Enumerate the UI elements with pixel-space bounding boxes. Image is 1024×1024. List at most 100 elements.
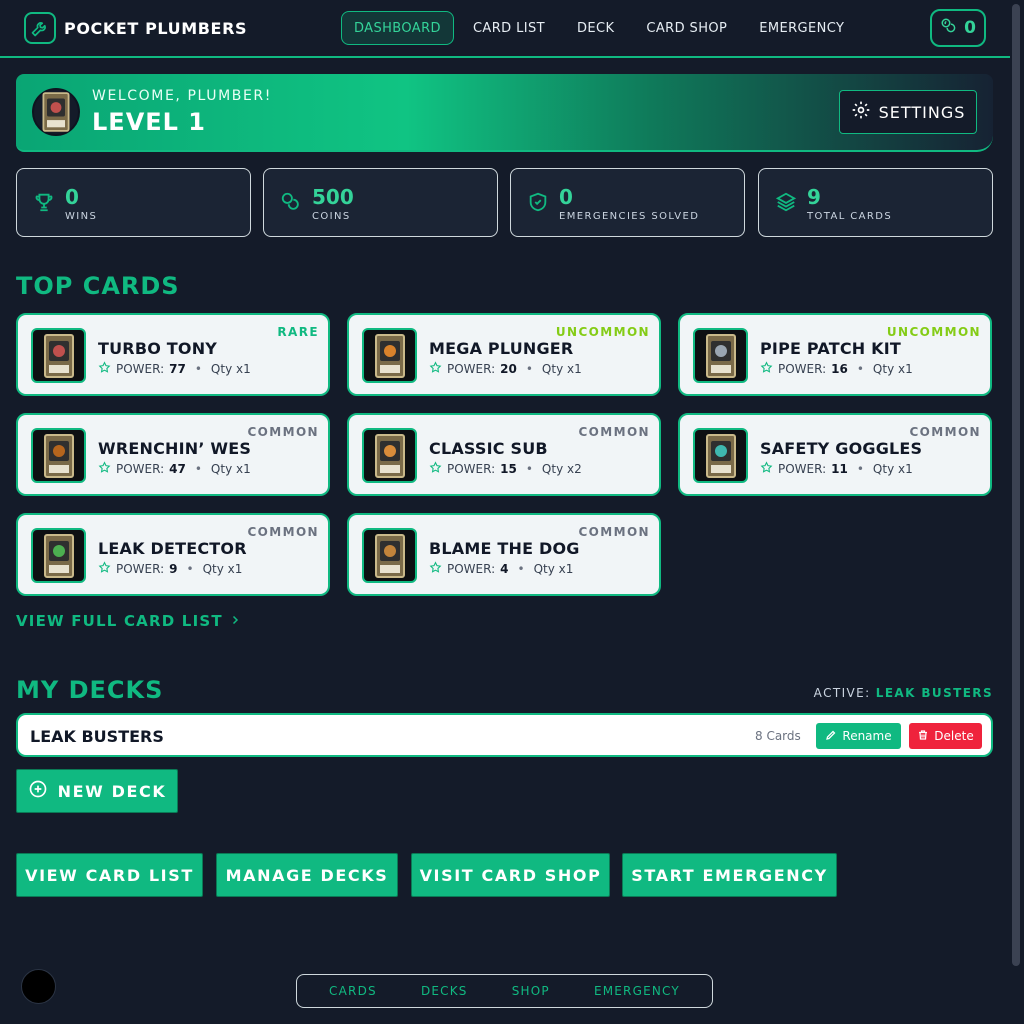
- top-card[interactable]: COMMON BLAME THE DOG POWER: 4 • Qty x1: [347, 513, 661, 596]
- card-meta: POWER: 9 • Qty x1: [98, 561, 242, 577]
- active-deck-name: LEAK BUSTERS: [875, 686, 993, 700]
- separator-dot: •: [525, 362, 533, 376]
- bottom-nav-decks[interactable]: DECKS: [421, 984, 468, 998]
- view-full-card-list-link[interactable]: VIEW FULL CARD LIST: [16, 612, 241, 630]
- power-label: POWER:: [116, 362, 165, 376]
- card-name: PIPE PATCH KIT: [760, 339, 901, 358]
- card-meta: POWER: 15 • Qty x2: [429, 461, 582, 477]
- bottom-nav-shop[interactable]: SHOP: [512, 984, 550, 998]
- card-thumbnail: [693, 428, 748, 483]
- card-qty: Qty x1: [872, 462, 913, 476]
- avatar[interactable]: [32, 88, 80, 136]
- card-name: SAFETY GOGGLES: [760, 439, 923, 458]
- star-icon: [98, 461, 111, 477]
- active-deck-indicator: ACTIVE: LEAK BUSTERS: [814, 686, 993, 700]
- brand[interactable]: POCKET PLUMBERS: [24, 12, 247, 44]
- card-thumbnail: [362, 428, 417, 483]
- power-label: POWER:: [447, 562, 496, 576]
- bottom-nav-cards[interactable]: CARDS: [329, 984, 377, 998]
- top-card[interactable]: COMMON SAFETY GOGGLES POWER: 11 • Qty x1: [678, 413, 992, 496]
- card-name: WRENCHIN’ WES: [98, 439, 252, 458]
- welcome-banner: WELCOME, PLUMBER! LEVEL 1 SETTINGS: [16, 74, 993, 152]
- card-meta: POWER: 77 • Qty x1: [98, 361, 251, 377]
- card-meta: POWER: 16 • Qty x1: [760, 361, 913, 377]
- separator-dot: •: [525, 462, 533, 476]
- star-icon: [429, 561, 442, 577]
- gear-icon: [851, 100, 871, 124]
- player-level: LEVEL 1: [92, 108, 207, 136]
- top-card[interactable]: UNCOMMON PIPE PATCH KIT POWER: 16 • Qty x1: [678, 313, 992, 396]
- power-label: POWER:: [778, 462, 827, 476]
- top-card[interactable]: COMMON CLASSIC SUB POWER: 15 • Qty x2: [347, 413, 661, 496]
- separator-dot: •: [194, 362, 202, 376]
- floating-circle-button[interactable]: [21, 969, 56, 1004]
- card-thumbnail: [362, 528, 417, 583]
- deck-row[interactable]: LEAK BUSTERS 8 Cards Rename Delete: [16, 713, 993, 757]
- chevron-right-icon: [229, 612, 241, 630]
- stat-value: 500: [312, 185, 354, 209]
- card-thumbnail: [31, 528, 86, 583]
- card-qty: Qty x1: [872, 362, 913, 376]
- card-thumbnail: [31, 428, 86, 483]
- separator-dot: •: [517, 562, 525, 576]
- card-name: BLAME THE DOG: [429, 539, 580, 558]
- top-card[interactable]: UNCOMMON MEGA PLUNGER POWER: 20 • Qty x1: [347, 313, 661, 396]
- card-power: 77: [169, 362, 186, 376]
- stat-value: 9: [807, 185, 821, 209]
- card-qty: Qty x1: [541, 362, 582, 376]
- top-card[interactable]: RARE TURBO TONY POWER: 77 • Qty x1: [16, 313, 330, 396]
- nav-card-list[interactable]: CARD LIST: [460, 11, 558, 45]
- card-meta: POWER: 11 • Qty x1: [760, 461, 913, 477]
- card-power: 15: [500, 462, 517, 476]
- stat-wins: 0 WINS: [16, 168, 251, 237]
- rename-label: Rename: [842, 729, 892, 743]
- stat-value: 0: [65, 185, 79, 209]
- separator-dot: •: [194, 462, 202, 476]
- top-card[interactable]: COMMON WRENCHIN’ WES POWER: 47 • Qty x1: [16, 413, 330, 496]
- card-rarity-badge: UNCOMMON: [886, 325, 981, 339]
- new-deck-button[interactable]: NEW DECK: [16, 769, 178, 813]
- delete-deck-button[interactable]: Delete: [909, 723, 982, 749]
- star-icon: [429, 461, 442, 477]
- nav-deck[interactable]: DECK: [564, 11, 627, 45]
- settings-button[interactable]: SETTINGS: [839, 90, 977, 134]
- nav-card-shop[interactable]: CARD SHOP: [633, 11, 740, 45]
- manage-decks-button[interactable]: MANAGE DECKS: [216, 853, 398, 897]
- top-card[interactable]: COMMON LEAK DETECTOR POWER: 9 • Qty x1: [16, 513, 330, 596]
- rename-deck-button[interactable]: Rename: [816, 723, 901, 749]
- card-rarity-badge: RARE: [277, 325, 319, 339]
- card-qty: Qty x2: [541, 462, 582, 476]
- star-icon: [429, 361, 442, 377]
- card-rarity-badge: COMMON: [247, 525, 319, 539]
- start-emergency-button[interactable]: START EMERGENCY: [622, 853, 837, 897]
- card-power: 11: [831, 462, 848, 476]
- star-icon: [760, 461, 773, 477]
- stat-value: 0: [559, 185, 573, 209]
- card-name: LEAK DETECTOR: [98, 539, 247, 558]
- visit-card-shop-button[interactable]: VISIT CARD SHOP: [411, 853, 610, 897]
- bottom-nav: CARDS DECKS SHOP EMERGENCY: [296, 974, 713, 1008]
- pencil-icon: [825, 729, 837, 744]
- top-cards-title: TOP CARDS: [16, 272, 180, 300]
- scrollbar[interactable]: [1012, 4, 1020, 966]
- card-name: TURBO TONY: [98, 339, 218, 358]
- coin-balance-badge[interactable]: 0: [930, 9, 986, 47]
- trophy-icon: [33, 191, 55, 213]
- power-label: POWER:: [116, 562, 165, 576]
- coin-count: 0: [964, 18, 976, 38]
- plus-circle-icon: [28, 779, 48, 803]
- stat-label: EMERGENCIES SOLVED: [559, 211, 700, 222]
- view-card-list-button[interactable]: VIEW CARD LIST: [16, 853, 203, 897]
- active-deck-label: ACTIVE:: [813, 686, 871, 700]
- nav-dashboard[interactable]: DASHBOARD: [341, 11, 454, 45]
- nav-emergency[interactable]: EMERGENCY: [746, 11, 857, 45]
- card-rarity-badge: COMMON: [247, 425, 319, 439]
- card-qty: Qty x1: [202, 562, 243, 576]
- welcome-text: WELCOME, PLUMBER!: [92, 88, 272, 104]
- deck-card-count: 8 Cards: [755, 729, 801, 743]
- nav-links: DASHBOARD CARD LIST DECK CARD SHOP EMERG…: [341, 11, 863, 45]
- card-rarity-badge: UNCOMMON: [555, 325, 650, 339]
- separator-dot: •: [186, 562, 194, 576]
- bottom-nav-emergency[interactable]: EMERGENCY: [594, 984, 680, 998]
- card-name: CLASSIC SUB: [429, 439, 548, 458]
